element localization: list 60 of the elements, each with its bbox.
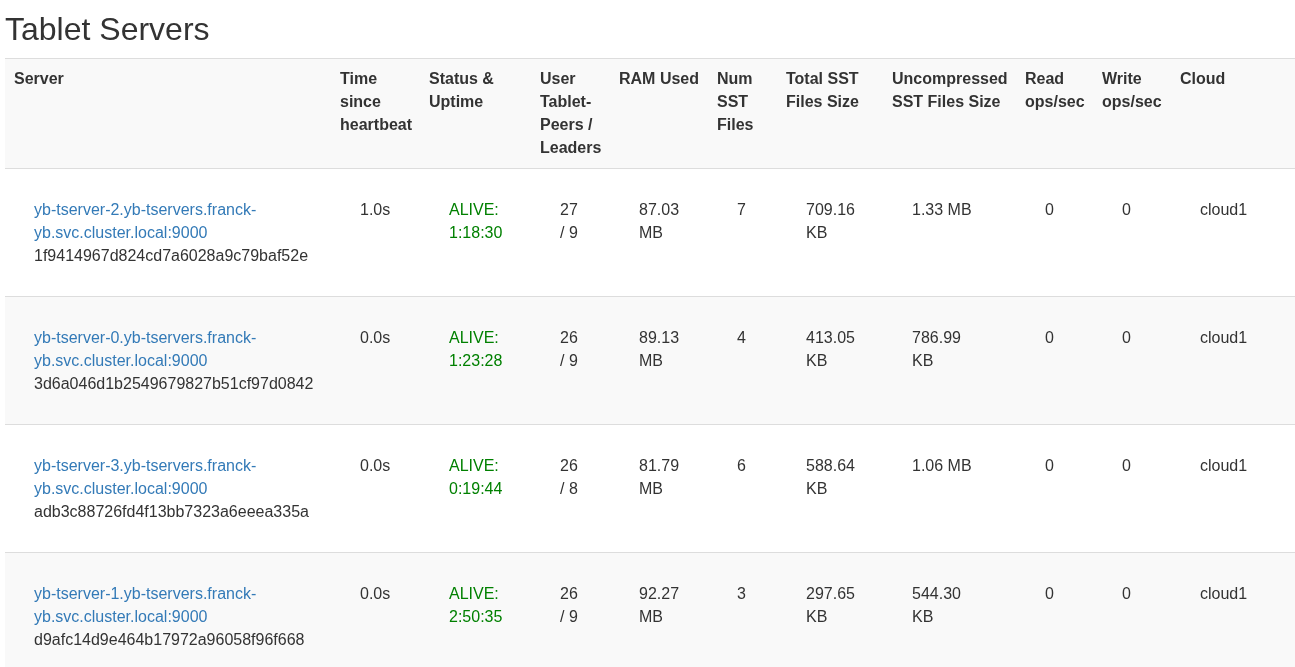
status-uptime: ALIVE: 1:23:28 (449, 328, 504, 371)
total-sst-size: 588.64 KB (806, 456, 856, 499)
read-ops: 0 (1045, 328, 1055, 348)
page-title: Tablet Servers (5, 10, 211, 48)
sst-file-count: 6 (737, 456, 747, 476)
server-link[interactable]: yb-tserver-0.yb-tservers.franck-yb.svc.cluster.local:9000 (34, 326, 320, 372)
column-header: RAM Used (619, 58, 717, 169)
tablet-peers: 26 / 8 (560, 456, 579, 499)
tablet-peers: 26 / 9 (560, 584, 579, 627)
tablet-peers: 27 / 9 (560, 200, 579, 243)
uncompressed-sst-size: 544.30 KB (912, 584, 962, 627)
sst-file-count: 7 (737, 200, 747, 220)
column-header: Read ops/sec (1025, 58, 1102, 169)
status-uptime: ALIVE: 0:19:44 (449, 456, 504, 499)
status-uptime: ALIVE: 1:18:30 (449, 200, 504, 243)
column-header: Time since heartbeat (340, 58, 429, 169)
tablet-peers: 26 / 9 (560, 328, 579, 371)
cloud-name: cloud1 (1200, 584, 1249, 604)
heartbeat-time: 1.0s (360, 200, 392, 220)
server-uuid: 1f9414967d824cd7a6028a9c79baf52e (34, 246, 310, 266)
ram-used: 87.03 MB (639, 200, 681, 243)
server-uuid: 3d6a046d1b2549679827b51cf97d0842 (34, 374, 315, 394)
column-header: Uncompressed SST Files Size (892, 58, 1025, 169)
total-sst-size: 413.05 KB (806, 328, 856, 371)
uncompressed-sst-size: 786.99 KB (912, 328, 962, 371)
sst-file-count: 4 (737, 328, 747, 348)
write-ops: 0 (1122, 200, 1132, 220)
write-ops: 0 (1122, 456, 1132, 476)
column-header: Total SST Files Size (786, 58, 892, 169)
ram-used: 81.79 MB (639, 456, 681, 499)
column-header: Num SST Files (717, 58, 786, 169)
sst-file-count: 3 (737, 584, 747, 604)
ram-used: 92.27 MB (639, 584, 681, 627)
cloud-name: cloud1 (1200, 328, 1249, 348)
ram-used: 89.13 MB (639, 328, 681, 371)
write-ops: 0 (1122, 584, 1132, 604)
uncompressed-sst-size: 1.33 MB (912, 200, 973, 220)
total-sst-size: 297.65 KB (806, 584, 856, 627)
column-header: Write ops/sec (1102, 58, 1180, 169)
total-sst-size: 709.16 KB (806, 200, 856, 243)
column-header: Cloud (1180, 58, 1295, 169)
heartbeat-time: 0.0s (360, 328, 392, 348)
cloud-name: cloud1 (1200, 456, 1249, 476)
server-link[interactable]: yb-tserver-2.yb-tservers.franck-yb.svc.cluster.local:9000 (34, 198, 320, 244)
server-uuid: adb3c88726fd4f13bb7323a6eeea335a (34, 502, 310, 522)
read-ops: 0 (1045, 456, 1055, 476)
server-uuid: d9afc14d9e464b17972a96058f96f668 (34, 630, 306, 650)
column-header: Server (5, 58, 340, 169)
read-ops: 0 (1045, 200, 1055, 220)
heartbeat-time: 0.0s (360, 584, 392, 604)
server-link[interactable]: yb-tserver-3.yb-tservers.franck-yb.svc.cluster.local:9000 (34, 454, 320, 500)
cloud-name: cloud1 (1200, 200, 1249, 220)
uncompressed-sst-size: 1.06 MB (912, 456, 973, 476)
heartbeat-time: 0.0s (360, 456, 392, 476)
column-header: User Tablet-Peers / Leaders (540, 58, 619, 169)
server-link[interactable]: yb-tserver-1.yb-tservers.franck-yb.svc.cluster.local:9000 (34, 582, 320, 628)
column-header: Status & Uptime (429, 58, 540, 169)
write-ops: 0 (1122, 328, 1132, 348)
read-ops: 0 (1045, 584, 1055, 604)
status-uptime: ALIVE: 2:50:35 (449, 584, 504, 627)
